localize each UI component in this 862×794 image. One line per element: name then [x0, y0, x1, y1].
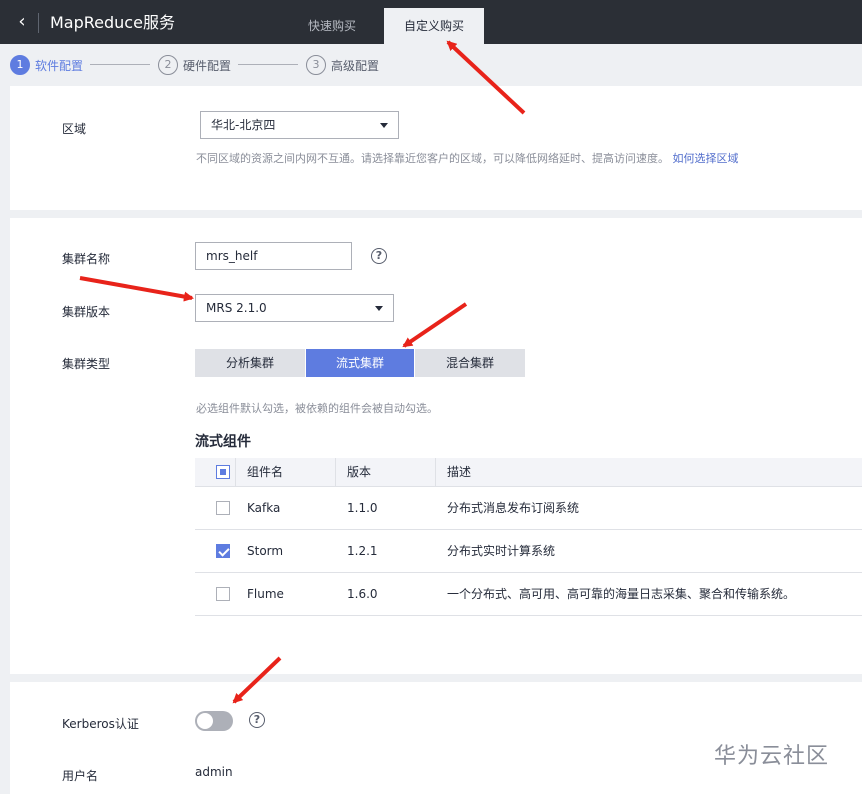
- components-table: 组件名 版本 描述 Kafka 1.1.0 分布式消息发布订阅系统 Storm …: [195, 458, 862, 616]
- components-hint: 必选组件默认勾选，被依赖的组件会被自动勾选。: [196, 402, 438, 415]
- watermark: 华为云社区: [714, 744, 830, 769]
- component-desc: 分布式消息发布订阅系统: [447, 501, 580, 515]
- select-all-checkbox[interactable]: [216, 465, 230, 479]
- step-label: 硬件配置: [183, 58, 232, 73]
- step-label: 软件配置: [35, 58, 84, 73]
- help-icon[interactable]: ?: [371, 248, 387, 264]
- table-row: Flume 1.6.0 一个分布式、高可用、高可靠的海量日志采集、聚合和传输系统…: [195, 573, 862, 616]
- step-hardware[interactable]: 2 硬件配置: [158, 55, 231, 75]
- cluster-name-label: 集群名称: [62, 252, 111, 266]
- kerberos-toggle[interactable]: [195, 711, 233, 731]
- region-value: 华北-北京四: [211, 118, 276, 132]
- kerberos-label: Kerberos认证: [62, 717, 139, 731]
- region-hint: 不同区域的资源之间内网不互通。请选择靠近您客户的区域，可以降低网络延时、提高访问…: [196, 150, 739, 166]
- cluster-version-value: MRS 2.1.0: [206, 301, 267, 315]
- region-hint-text: 不同区域的资源之间内网不互通。请选择靠近您客户的区域，可以降低网络延时、提高访问…: [196, 152, 669, 165]
- cluster-type-hybrid[interactable]: 混合集群: [415, 349, 525, 377]
- column-header-version: 版本: [347, 465, 372, 479]
- components-title: 流式组件: [195, 434, 251, 450]
- region-help-link[interactable]: 如何选择区域: [673, 152, 739, 165]
- username-value: admin: [195, 765, 233, 779]
- table-header: 组件名 版本 描述: [195, 458, 862, 487]
- step-advanced[interactable]: 3 高级配置: [306, 55, 379, 75]
- component-version: 1.6.0: [347, 587, 378, 601]
- cluster-card: 集群名称 mrs_helf ? 集群版本 MRS 2.1.0 集群类型 分析集群…: [10, 218, 862, 674]
- caret-down-icon: [375, 306, 383, 311]
- table-row: Kafka 1.1.0 分布式消息发布订阅系统: [195, 487, 862, 530]
- region-select[interactable]: 华北-北京四: [200, 111, 399, 139]
- caret-down-icon: [380, 123, 388, 128]
- chevron-left-icon[interactable]: ‹: [12, 12, 32, 32]
- component-name: Storm: [247, 544, 284, 558]
- step-connector: [90, 64, 150, 65]
- divider: [38, 13, 39, 33]
- row-checkbox[interactable]: [216, 544, 230, 558]
- step-connector: [238, 64, 298, 65]
- top-bar: ‹ MapReduce服务 快速购买 自定义购买: [0, 0, 862, 44]
- column-divider: [335, 458, 336, 487]
- cluster-version-select[interactable]: MRS 2.1.0: [195, 294, 394, 322]
- column-header-name: 组件名: [247, 465, 284, 479]
- tab-custom-buy[interactable]: 自定义购买: [384, 8, 484, 44]
- row-checkbox[interactable]: [216, 501, 230, 515]
- component-version: 1.2.1: [347, 544, 378, 558]
- cluster-version-label: 集群版本: [62, 305, 111, 319]
- cluster-name-input[interactable]: mrs_helf: [195, 242, 352, 270]
- region-label: 区域: [62, 122, 87, 136]
- page-title: MapReduce服务: [50, 13, 175, 32]
- component-desc: 一个分布式、高可用、高可靠的海量日志采集、聚合和传输系统。: [447, 587, 796, 601]
- step-number: 3: [306, 55, 326, 75]
- step-number: 2: [158, 55, 178, 75]
- row-checkbox[interactable]: [216, 587, 230, 601]
- cluster-type-label: 集群类型: [62, 357, 111, 371]
- component-name: Kafka: [247, 501, 281, 515]
- column-header-desc: 描述: [447, 465, 472, 479]
- component-desc: 分布式实时计算系统: [447, 544, 556, 558]
- username-label: 用户名: [62, 769, 99, 783]
- component-version: 1.1.0: [347, 501, 378, 515]
- help-icon[interactable]: ?: [249, 712, 265, 728]
- column-divider: [235, 458, 236, 487]
- cluster-type-streaming[interactable]: 流式集群: [306, 349, 414, 377]
- region-card: 区域 华北-北京四 不同区域的资源之间内网不互通。请选择靠近您客户的区域，可以降…: [10, 86, 862, 210]
- component-name: Flume: [247, 587, 284, 601]
- table-row: Storm 1.2.1 分布式实时计算系统: [195, 530, 862, 573]
- step-number: 1: [10, 55, 30, 75]
- tab-quick-buy[interactable]: 快速购买: [282, 8, 382, 44]
- step-label: 高级配置: [331, 58, 380, 73]
- column-divider: [435, 458, 436, 487]
- step-software[interactable]: 1 软件配置: [10, 55, 83, 75]
- cluster-type-analysis[interactable]: 分析集群: [195, 349, 305, 377]
